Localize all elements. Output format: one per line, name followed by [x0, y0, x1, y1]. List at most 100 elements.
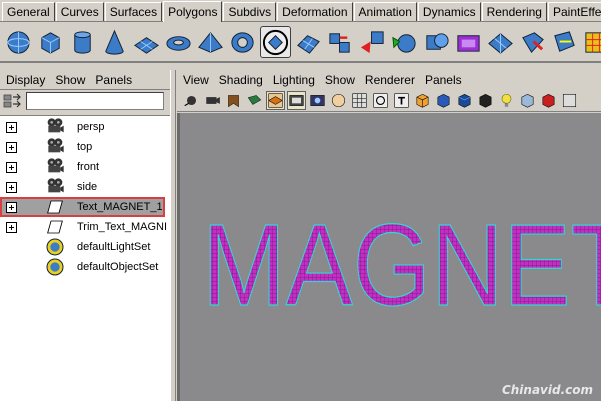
plane-icon[interactable] [132, 26, 161, 58]
shelf-tab-deformation[interactable]: Deformation [277, 2, 353, 21]
magnet-mesh-text[interactable]: MAGNET [201, 199, 601, 330]
expand-icon[interactable] [6, 201, 17, 213]
shelf-tab-polygons[interactable]: Polygons [163, 1, 223, 22]
shelf-tab-curves[interactable]: Curves [55, 2, 104, 21]
wireframe-icon[interactable] [413, 91, 432, 110]
select-camera-icon[interactable] [182, 91, 201, 110]
shelf-tab-general[interactable]: General [2, 2, 55, 21]
cube-icon[interactable] [36, 26, 65, 58]
safe-title-icon[interactable] [392, 91, 411, 110]
outliner-item-persp[interactable]: persp [0, 117, 165, 137]
outliner-item-label: side [77, 181, 98, 193]
panel-menu-view[interactable]: View [183, 73, 209, 87]
smooth-shade-icon[interactable] [434, 91, 453, 110]
outliner-menu-bar: Display Show Panels [0, 70, 170, 90]
shelf-tab-surfaces[interactable]: Surfaces [104, 2, 163, 21]
expand-icon[interactable] [6, 161, 17, 173]
camera-icon [44, 177, 66, 197]
outliner-item-label: Text_MAGNET_1 [77, 201, 163, 213]
shelf-tab-animation[interactable]: Animation [353, 2, 417, 21]
outliner-item-label: defaultObjectSet [77, 261, 159, 273]
outliner-item-front[interactable]: front [0, 157, 165, 177]
camera-attributes-icon[interactable] [203, 91, 222, 110]
set-icon [44, 257, 66, 277]
outliner-item-label: front [77, 161, 100, 173]
shelf-tab-painteffects[interactable]: PaintEffects [547, 2, 601, 21]
outliner-menu-panels[interactable]: Panels [95, 73, 132, 87]
shelf-tab-rendering[interactable]: Rendering [481, 2, 547, 21]
camera-icon [44, 117, 66, 137]
maya-window: General Curves Surfaces Polygons Subdivs Defo… [0, 0, 601, 401]
isolate-icon[interactable] [560, 91, 579, 110]
filter-icon[interactable] [3, 93, 23, 109]
panel-toolbar [177, 90, 601, 112]
image-plane-icon[interactable] [245, 91, 264, 110]
light-icon[interactable] [497, 91, 516, 110]
bookmark-icon[interactable] [224, 91, 243, 110]
bounding-box-icon[interactable] [476, 91, 495, 110]
outliner-item-text-magnet-1[interactable]: Text_MAGNET_1 [0, 197, 165, 217]
gate-mask-icon[interactable] [329, 91, 348, 110]
film-gate-icon[interactable] [287, 91, 306, 110]
pyramid-icon[interactable] [196, 26, 225, 58]
smooth-icon[interactable] [422, 26, 451, 58]
cylinder-icon[interactable] [68, 26, 97, 58]
viewport-scene: MAGNET [201, 199, 601, 330]
nurbs-surface-icon [44, 217, 66, 237]
camera-icon [44, 137, 66, 157]
shadow-icon[interactable] [539, 91, 558, 110]
viewport-panel: View Shading Lighting Show Renderer Panels MA… [177, 70, 601, 401]
pipe-icon[interactable] [228, 26, 257, 58]
outliner-item-label: defaultLightSet [77, 241, 151, 253]
shelf-tab-dynamics[interactable]: Dynamics [417, 2, 481, 21]
panel-menu-lighting[interactable]: Lighting [273, 73, 315, 87]
uv-texture-editor-icon[interactable] [550, 26, 579, 58]
set-icon [44, 237, 66, 257]
3d-viewport[interactable]: MAGNET Chinavid.com [177, 113, 601, 401]
shelf-tabs: General Curves Surfaces Polygons Subdivs Defo… [0, 0, 601, 22]
outliner-panel: Display Show Panels persp top front side Text_… [0, 70, 170, 401]
texture-icon[interactable] [518, 91, 537, 110]
nurbs-surface-icon [44, 197, 66, 217]
shelf-tab-subdivs[interactable]: Subdivs [223, 2, 277, 21]
outliner-item-defaultobjectset[interactable]: defaultObjectSet [0, 257, 165, 277]
field-chart-icon[interactable] [350, 91, 369, 110]
outliner-item-label: Trim_Text_MAGNI [77, 221, 168, 233]
expand-icon[interactable] [6, 181, 17, 193]
grid-icon[interactable] [266, 91, 285, 110]
panel-menu-panels[interactable]: Panels [425, 73, 462, 87]
extrude-face-icon[interactable] [518, 26, 547, 58]
panel-menu-show[interactable]: Show [325, 73, 355, 87]
split-polygon-icon[interactable] [486, 26, 515, 58]
more-icon[interactable] [582, 26, 601, 58]
pane-divider[interactable] [170, 70, 176, 401]
panel-menu-shading[interactable]: Shading [219, 73, 263, 87]
torus-icon[interactable] [164, 26, 193, 58]
safe-action-icon[interactable] [371, 91, 390, 110]
outliner-item-label: top [77, 141, 93, 153]
outliner-menu-display[interactable]: Display [6, 73, 45, 87]
expand-icon[interactable] [6, 121, 17, 133]
create-polygon-icon[interactable] [260, 26, 291, 58]
outliner-search-input[interactable] [26, 92, 164, 110]
sphere-icon[interactable] [4, 26, 33, 58]
outliner-item-trim-text-magni[interactable]: Trim_Text_MAGNI [0, 217, 168, 237]
outliner-item-defaultlightset[interactable]: defaultLightSet [0, 237, 165, 257]
outliner-item-label: persp [77, 121, 105, 133]
expand-icon[interactable] [6, 141, 17, 153]
flat-shade-icon[interactable] [455, 91, 474, 110]
panel-menu-renderer[interactable]: Renderer [365, 73, 415, 87]
combine-icon[interactable] [326, 26, 355, 58]
resolution-gate-icon[interactable] [308, 91, 327, 110]
extract-icon[interactable] [390, 26, 419, 58]
mirror-icon[interactable] [454, 26, 483, 58]
expand-icon[interactable] [6, 221, 17, 233]
outliner-menu-show[interactable]: Show [55, 73, 85, 87]
outliner-item-top[interactable]: top [0, 137, 165, 157]
outliner-item-side[interactable]: side [0, 177, 165, 197]
shelf-icons [0, 23, 601, 63]
separate-icon[interactable] [358, 26, 387, 58]
append-polygon-icon[interactable] [294, 26, 323, 58]
outliner-filter-row [0, 90, 170, 112]
cone-icon[interactable] [100, 26, 129, 58]
